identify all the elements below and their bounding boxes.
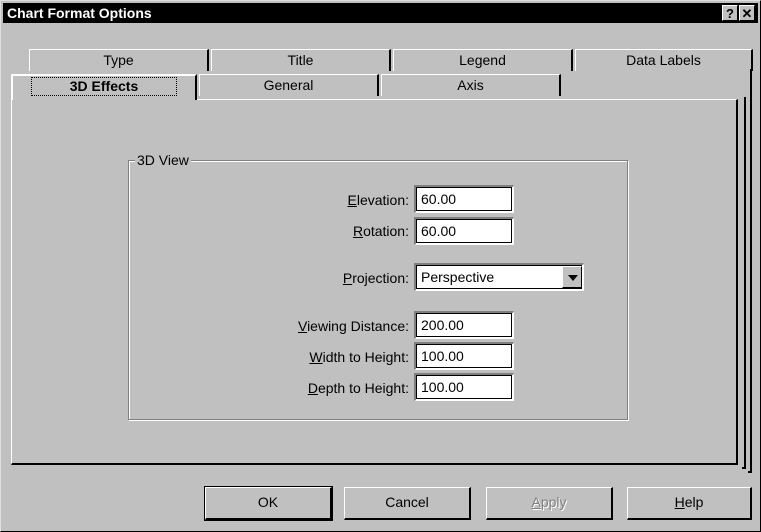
help-button[interactable]: Help bbox=[627, 487, 752, 520]
tab-type[interactable]: Type bbox=[29, 49, 209, 71]
tab-general[interactable]: General bbox=[199, 74, 379, 96]
depth-to-height-label: Depth to Height: bbox=[307, 380, 409, 396]
rotation-label: Rotation: bbox=[352, 223, 409, 239]
tab-axis-label: Axis bbox=[457, 77, 484, 93]
projection-select[interactable]: Perspective bbox=[414, 263, 584, 291]
width-to-height-label: Width to Height: bbox=[309, 349, 409, 365]
tab-general-label: General bbox=[263, 77, 314, 93]
projection-value: Perspective bbox=[421, 269, 495, 285]
dropdown-button[interactable] bbox=[562, 266, 582, 288]
width-to-height-field[interactable] bbox=[414, 342, 514, 370]
projection-label: Projection: bbox=[342, 270, 409, 286]
tab-legend-label: Legend bbox=[459, 52, 506, 68]
viewing-distance-field[interactable] bbox=[414, 311, 514, 339]
groupbox-3d-view: 3D View Elevation: Rotation: Projection:… bbox=[128, 152, 628, 420]
apply-button[interactable]: Apply bbox=[486, 487, 613, 520]
window-title: Chart Format Options bbox=[7, 5, 152, 21]
rotation-field[interactable] bbox=[414, 217, 514, 245]
help-icon[interactable]: ? bbox=[722, 5, 738, 21]
depth-to-height-field[interactable] bbox=[414, 373, 514, 401]
tab-axis[interactable]: Axis bbox=[381, 74, 561, 96]
tab-panel-3d-effects: 3D View Elevation: Rotation: Projection:… bbox=[11, 99, 738, 465]
tab-type-label: Type bbox=[103, 52, 134, 68]
tab-stack-edge bbox=[748, 69, 752, 473]
tab-3d-effects-label: 3D Effects bbox=[30, 77, 178, 96]
tab-title-label: Title bbox=[287, 52, 314, 68]
rotation-input[interactable] bbox=[421, 219, 513, 243]
tab-3d-effects[interactable]: 3D Effects bbox=[11, 74, 197, 100]
depth-to-height-input[interactable] bbox=[421, 375, 513, 399]
dialog-window: Chart Format Options ? ✕ Type Title Lege… bbox=[0, 0, 761, 532]
cancel-button[interactable]: Cancel bbox=[344, 487, 471, 520]
tab-stack-edge bbox=[742, 97, 746, 469]
viewing-distance-label: Viewing Distance: bbox=[297, 318, 409, 334]
tab-title[interactable]: Title bbox=[211, 49, 391, 71]
width-to-height-input[interactable] bbox=[421, 344, 513, 368]
tab-data-labels[interactable]: Data Labels bbox=[575, 49, 753, 71]
ok-button[interactable]: OK bbox=[204, 486, 333, 521]
viewing-distance-input[interactable] bbox=[421, 313, 513, 337]
elevation-input[interactable] bbox=[421, 187, 513, 211]
chevron-down-icon bbox=[568, 275, 578, 281]
title-bar[interactable]: Chart Format Options ? ✕ bbox=[3, 3, 758, 23]
tab-data-labels-label: Data Labels bbox=[626, 52, 701, 68]
elevation-label: Elevation: bbox=[347, 192, 410, 208]
elevation-field[interactable] bbox=[414, 185, 514, 213]
close-icon[interactable]: ✕ bbox=[739, 5, 755, 21]
groupbox-title: 3D View bbox=[135, 152, 191, 168]
tab-legend[interactable]: Legend bbox=[393, 49, 573, 71]
